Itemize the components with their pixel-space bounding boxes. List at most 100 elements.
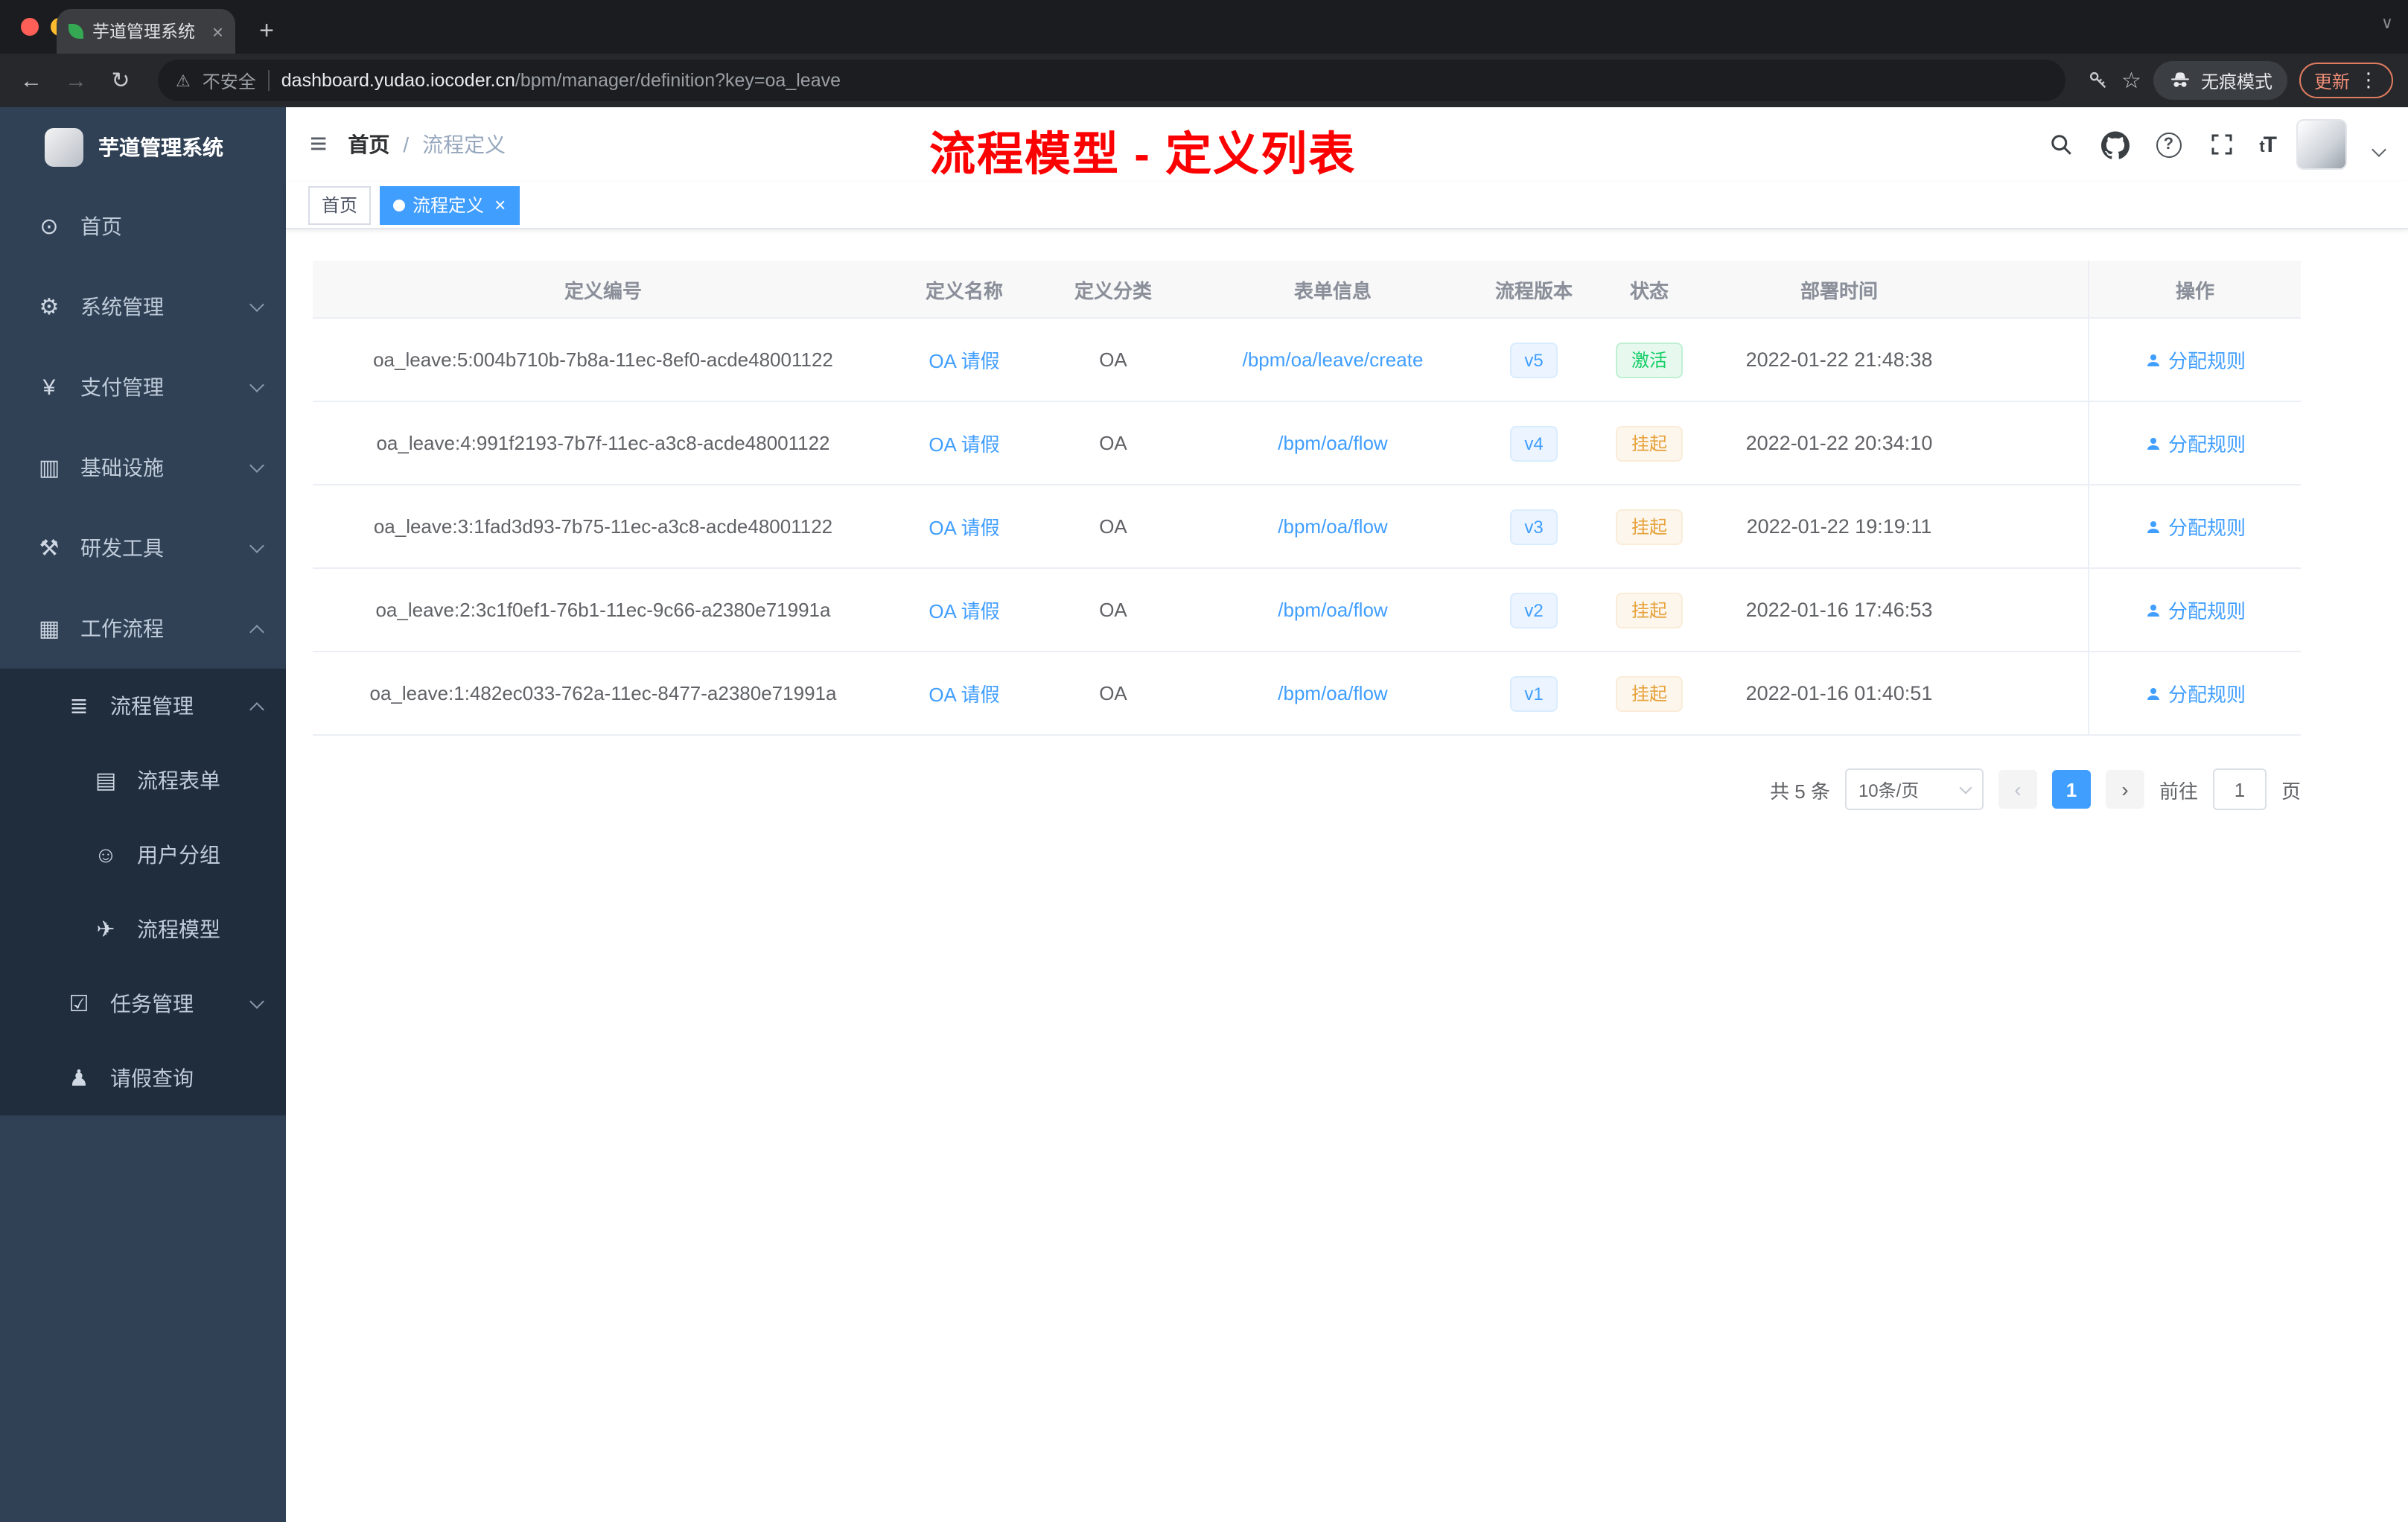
- definition-category: OA: [1099, 348, 1127, 371]
- form-info-link[interactable]: /bpm/oa/leave/create: [1243, 348, 1424, 371]
- dashboard-icon: ⊙: [39, 214, 59, 240]
- search-icon[interactable]: [2045, 128, 2077, 161]
- definition-category: OA: [1099, 515, 1127, 538]
- tag-process-definition[interactable]: 流程定义 ×: [380, 185, 520, 224]
- form-info-link[interactable]: /bpm/oa/flow: [1278, 432, 1387, 454]
- page-content: 定义编号 定义名称 定义分类 表单信息 流程版本 状态 部署时间 操作 oa_l…: [286, 229, 2408, 1522]
- paper-plane-icon: ✈: [96, 917, 115, 943]
- url-text[interactable]: dashboard.yudao.iocoder.cn/bpm/manager/d…: [281, 70, 841, 91]
- browser-update-button[interactable]: 更新 ⋮: [2299, 63, 2393, 98]
- sidebar-item-task-management[interactable]: ☑ 任务管理: [0, 967, 286, 1041]
- status-badge: 挂起: [1616, 509, 1682, 544]
- sidebar-item-label: 请假查询: [110, 1066, 194, 1090]
- red-annotation-text: 流程模型 - 定义列表: [929, 128, 1357, 180]
- new-tab-button[interactable]: +: [250, 15, 283, 48]
- hamburger-icon[interactable]: ≡: [310, 127, 327, 162]
- goto-label: 前往: [2159, 780, 2198, 802]
- bookmark-star-icon[interactable]: ☆: [2121, 67, 2141, 94]
- definition-name-link[interactable]: OA 请假: [929, 429, 999, 457]
- sidebar-item-infrastructure[interactable]: ▥ 基础设施: [0, 427, 286, 508]
- deploy-time: 2022-01-16 17:46:53: [1745, 599, 1933, 621]
- user-avatar[interactable]: [2296, 119, 2347, 170]
- browser-tab[interactable]: 芋道管理系统 ×: [57, 9, 235, 54]
- definition-name-link[interactable]: OA 请假: [929, 679, 999, 707]
- chevron-down-icon: [249, 378, 264, 392]
- tags-view-bar: 首页 流程定义 ×: [286, 182, 2408, 229]
- sidebar: 芋道管理系统 ⊙ 首页 ⚙ 系统管理 ¥ 支付管理 ▥ 基础设施 ⚒ 研发工具 …: [0, 107, 286, 1522]
- sidebar-item-system-management[interactable]: ⚙ 系统管理: [0, 267, 286, 347]
- assign-rule-link[interactable]: 分配规则: [2144, 679, 2246, 707]
- current-page-button[interactable]: 1: [2051, 770, 2091, 809]
- table-row: oa_leave:4:991f2193-7b7f-11ec-a3c8-acde4…: [313, 402, 2301, 485]
- version-badge: v3: [1509, 509, 1558, 544]
- address-bar[interactable]: ⚠ 不安全 dashboard.yudao.iocoder.cn/bpm/man…: [158, 60, 2065, 101]
- goto-page-input[interactable]: [2212, 768, 2267, 810]
- fullscreen-icon[interactable]: [2205, 128, 2238, 161]
- sidebar-item-label: 研发工具: [80, 536, 164, 560]
- status-badge: 挂起: [1616, 675, 1682, 711]
- page-size-select[interactable]: 10条/页: [1844, 768, 1984, 810]
- avatar-caret-icon[interactable]: [2372, 141, 2386, 156]
- person-icon: ♟: [69, 1066, 89, 1092]
- sidebar-item-user-group[interactable]: ☺ 用户分组: [0, 818, 286, 892]
- sidebar-item-process-management[interactable]: ≣ 流程管理: [0, 669, 286, 743]
- sidebar-item-process-model[interactable]: ✈ 流程模型: [0, 892, 286, 967]
- sidebar-item-home[interactable]: ⊙ 首页: [0, 186, 286, 267]
- password-key-icon[interactable]: [2086, 69, 2109, 92]
- github-icon[interactable]: [2098, 128, 2131, 161]
- gear-icon: ⚙: [39, 295, 60, 320]
- sidebar-item-process-form[interactable]: ▤ 流程表单: [0, 743, 286, 818]
- prev-page-button[interactable]: ‹: [1998, 770, 2037, 809]
- chevron-down-icon: [249, 458, 264, 473]
- tab-favicon-icon: [69, 24, 83, 39]
- goto-unit: 页: [2281, 780, 2301, 802]
- sidebar-item-payment-management[interactable]: ¥ 支付管理: [0, 347, 286, 427]
- definition-name-link[interactable]: OA 请假: [929, 512, 999, 541]
- assign-rule-link[interactable]: 分配规则: [2144, 596, 2246, 624]
- col-process-version: 流程版本: [1494, 279, 1573, 302]
- sidebar-item-label: 用户分组: [137, 843, 220, 867]
- tag-close-icon[interactable]: ×: [494, 195, 506, 214]
- reload-button[interactable]: ↻: [104, 67, 137, 94]
- form-info-link[interactable]: /bpm/oa/flow: [1278, 599, 1387, 621]
- chevron-down-icon: [1959, 780, 1972, 794]
- back-button[interactable]: ←: [15, 68, 48, 93]
- sidebar-item-workflow[interactable]: ▦ 工作流程: [0, 588, 286, 669]
- forward-button[interactable]: →: [60, 68, 92, 93]
- sidebar-logo[interactable]: 芋道管理系统: [0, 107, 286, 186]
- sidebar-item-label: 首页: [80, 214, 122, 238]
- form-info-link[interactable]: /bpm/oa/flow: [1278, 682, 1387, 704]
- sidebar-item-dev-tools[interactable]: ⚒ 研发工具: [0, 508, 286, 588]
- definition-id: oa_leave:5:004b710b-7b8a-11ec-8ef0-acde4…: [373, 348, 833, 371]
- col-operations: 操作: [2088, 261, 2301, 317]
- status-badge: 激活: [1616, 342, 1682, 378]
- deploy-time: 2022-01-22 19:19:11: [1746, 515, 1932, 538]
- col-deploy-time: 部署时间: [1800, 279, 1878, 302]
- sidebar-item-label: 支付管理: [80, 375, 164, 399]
- person-icon: [2147, 437, 2159, 449]
- sidebar-item-leave-query[interactable]: ♟ 请假查询: [0, 1041, 286, 1115]
- not-secure-warning-icon: ⚠: [176, 72, 191, 90]
- browser-menu-icon[interactable]: ⋮: [2359, 69, 2378, 92]
- next-page-button[interactable]: ›: [2105, 770, 2144, 809]
- font-size-icon[interactable]: tT: [2259, 132, 2277, 157]
- sidebar-item-label: 系统管理: [80, 295, 164, 319]
- assign-rule-link[interactable]: 分配规则: [2144, 512, 2246, 541]
- assign-rule-link[interactable]: 分配规则: [2144, 429, 2246, 457]
- close-window-button[interactable]: [21, 18, 39, 36]
- url-domain: dashboard.yudao.iocoder.cn: [281, 70, 515, 91]
- tag-home[interactable]: 首页: [308, 185, 372, 224]
- assign-rule-link[interactable]: 分配规则: [2144, 346, 2246, 374]
- form-info-link[interactable]: /bpm/oa/flow: [1278, 515, 1387, 538]
- tab-search-caret-icon[interactable]: ∨: [2381, 13, 2393, 33]
- sidebar-item-label: 流程模型: [137, 917, 220, 941]
- help-icon[interactable]: ?: [2152, 128, 2185, 161]
- tools-icon: ⚒: [39, 536, 60, 561]
- definition-name-link[interactable]: OA 请假: [929, 596, 999, 624]
- definition-name-link[interactable]: OA 请假: [929, 346, 999, 374]
- definition-id: oa_leave:3:1fad3d93-7b75-11ec-a3c8-acde4…: [373, 515, 833, 538]
- security-label[interactable]: 不安全: [203, 68, 256, 93]
- breadcrumb-home[interactable]: 首页: [348, 130, 389, 159]
- version-badge: v2: [1509, 592, 1558, 628]
- tab-close-icon[interactable]: ×: [212, 22, 223, 41]
